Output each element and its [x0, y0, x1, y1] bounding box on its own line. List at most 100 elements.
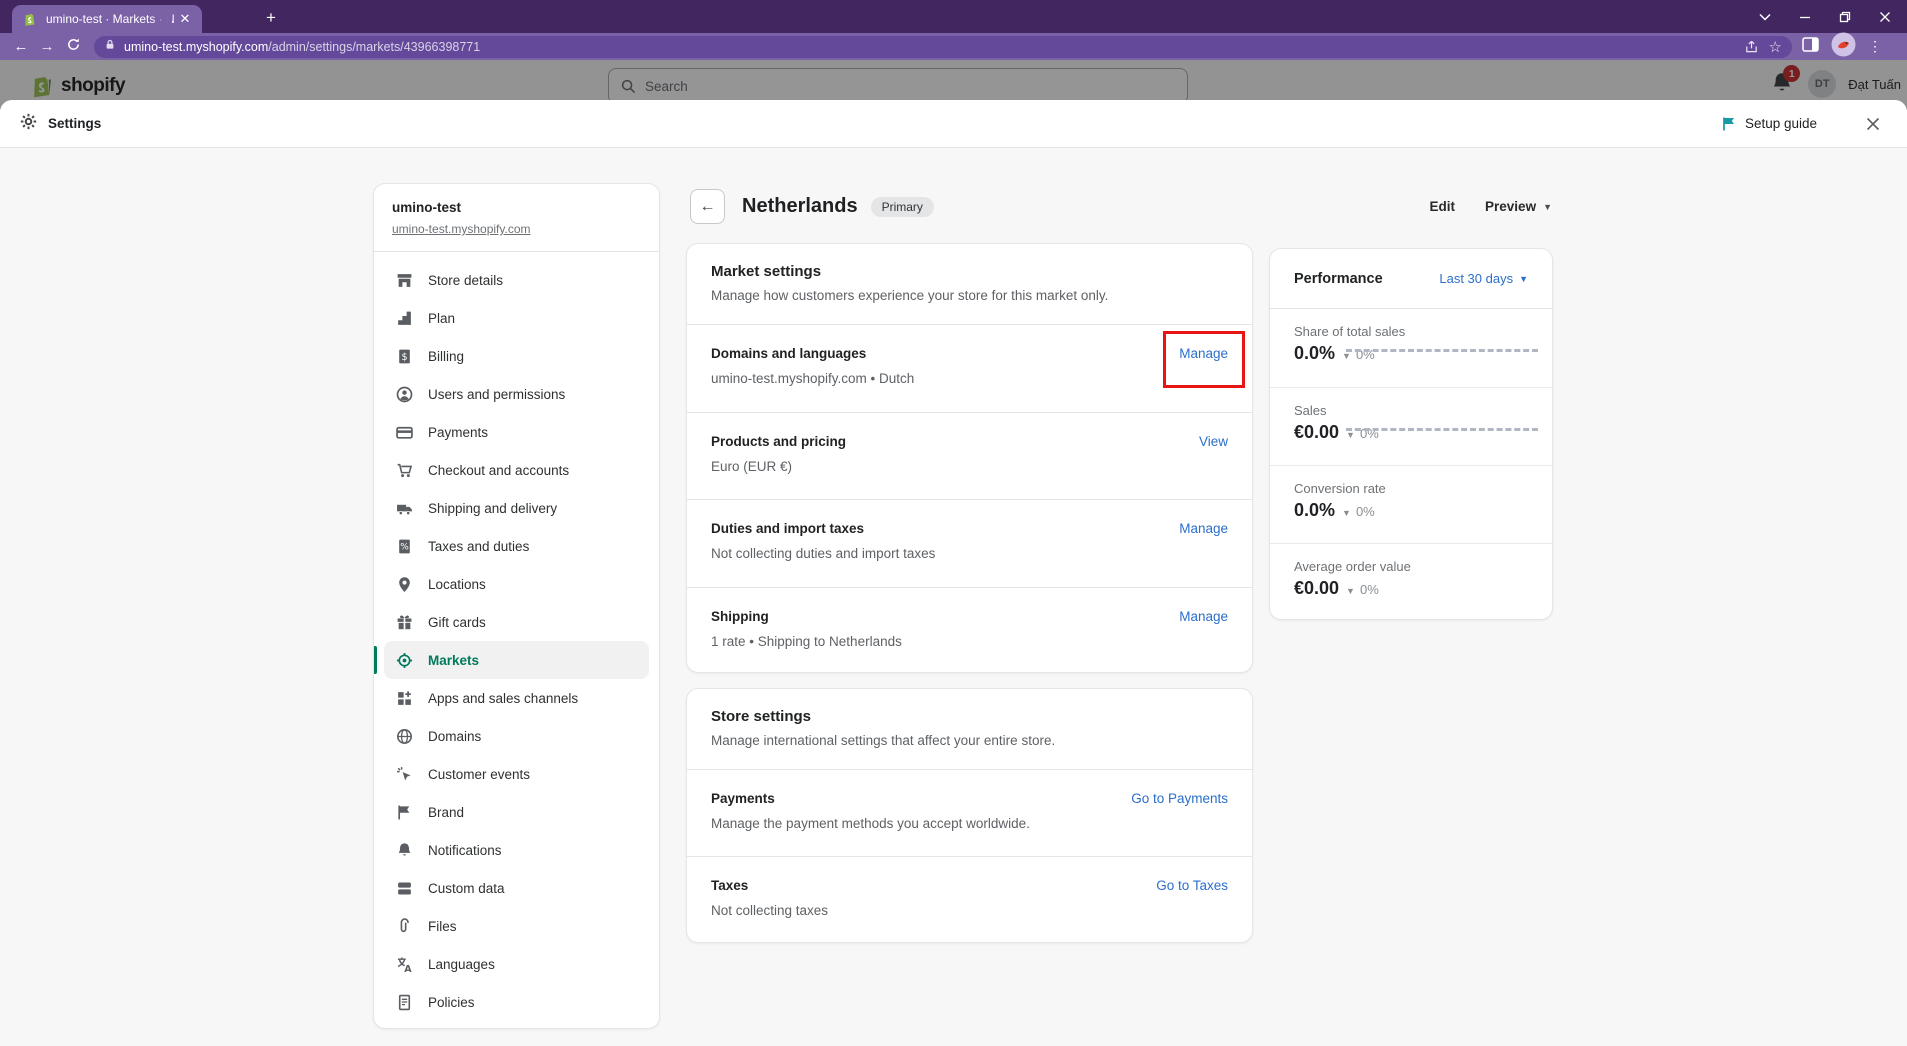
row-title: Taxes: [711, 878, 1228, 893]
settings-row-domains-and-languages: Domains and languagesumino-test.myshopif…: [687, 324, 1252, 412]
side-panel-icon[interactable]: [1802, 37, 1819, 57]
browser-toolbar: ← → umino-test.myshopify.com/admin/setti…: [0, 33, 1907, 60]
sidebar-item-shipping-and-delivery[interactable]: Shipping and delivery: [384, 489, 649, 527]
metric-share-of-total-sales: Share of total sales0.0%▼0%: [1270, 309, 1552, 387]
metric-value: €0.00: [1294, 578, 1339, 599]
sidebar-item-custom-data[interactable]: Custom data: [384, 869, 649, 907]
sidebar-item-store-details[interactable]: Store details: [384, 261, 649, 299]
manage-link[interactable]: Manage: [1179, 609, 1228, 624]
settings-row-payments: PaymentsManage the payment methods you a…: [687, 769, 1252, 856]
back-button[interactable]: ←: [690, 189, 725, 224]
apps-icon: [396, 690, 413, 707]
metric-value-row: 0.0%▼0%: [1294, 500, 1528, 521]
window-close-icon[interactable]: [1865, 0, 1905, 33]
settings-row-shipping: Shipping1 rate • Shipping to Netherlands…: [687, 587, 1252, 675]
browser-menu-dots-icon[interactable]: ⋮: [1868, 38, 1882, 55]
go-to-taxes-link[interactable]: Go to Taxes: [1156, 878, 1228, 893]
performance-header: Performance Last 30 days ▼: [1270, 249, 1552, 309]
sidebar-item-checkout-and-accounts[interactable]: Checkout and accounts: [384, 451, 649, 489]
metric-label: Sales: [1294, 403, 1528, 418]
caret-down-icon: ▼: [1346, 586, 1355, 596]
svg-text:A: A: [404, 963, 412, 972]
sidebar-item-plan[interactable]: Plan: [384, 299, 649, 337]
sidebar-item-label: Customer events: [428, 767, 530, 782]
primary-badge: Primary: [871, 197, 934, 217]
sidebar-item-policies[interactable]: Policies: [384, 983, 649, 1021]
sidebar-item-apps-and-sales-channels[interactable]: Apps and sales channels: [384, 679, 649, 717]
sidebar-store-header: umino-test umino-test.myshopify.com: [374, 184, 659, 252]
forward-nav-icon[interactable]: →: [34, 38, 60, 55]
sidebar-item-label: Files: [428, 919, 457, 934]
row-description: Euro (EUR €): [711, 459, 1228, 474]
tab-close-icon[interactable]: ✕: [176, 11, 194, 27]
url-path: /admin/settings/markets/43966398771: [268, 40, 480, 54]
market-settings-card: Market settings Manage how customers exp…: [686, 243, 1253, 673]
window-restore-icon[interactable]: [1825, 0, 1865, 33]
sidebar-item-customer-events[interactable]: Customer events: [384, 755, 649, 793]
tab-title-fade: [152, 5, 172, 33]
domains-icon: [396, 728, 413, 745]
new-tab-button[interactable]: +: [260, 7, 282, 29]
sidebar-item-taxes-and-duties[interactable]: %Taxes and duties: [384, 527, 649, 565]
notifications-icon: [396, 842, 413, 859]
url-bar[interactable]: umino-test.myshopify.com/admin/settings/…: [94, 36, 1792, 58]
performance-title: Performance: [1294, 271, 1383, 287]
gear-icon: [20, 113, 37, 135]
sidebar-item-billing[interactable]: $ Billing: [384, 337, 649, 375]
reload-icon[interactable]: [60, 37, 86, 56]
sidebar-item-gift-cards[interactable]: Gift cards: [384, 603, 649, 641]
sidebar-item-label: Languages: [428, 957, 495, 972]
store-settings-rows: PaymentsManage the payment methods you a…: [687, 769, 1252, 943]
sidebar-item-payments[interactable]: Payments: [384, 413, 649, 451]
manage-link[interactable]: Manage: [1179, 346, 1228, 361]
manage-link[interactable]: Manage: [1179, 521, 1228, 536]
files-icon: [396, 918, 413, 935]
store-domain-link[interactable]: umino-test.myshopify.com: [392, 222, 531, 236]
store-name: umino-test: [392, 200, 641, 215]
modal-close-icon[interactable]: [1865, 116, 1881, 132]
row-title: Products and pricing: [711, 434, 1228, 449]
chevron-down-icon: ▼: [1543, 202, 1552, 212]
sidebar-item-users-and-permissions[interactable]: Users and permissions: [384, 375, 649, 413]
sidebar-item-brand[interactable]: Brand: [384, 793, 649, 831]
settings-row-products-and-pricing: Products and pricing Euro (EUR €) View: [687, 412, 1252, 500]
bookmark-star-icon[interactable]: ☆: [1769, 38, 1782, 56]
metric-label: Conversion rate: [1294, 481, 1528, 496]
metric-conversion-rate: Conversion rate 0.0%▼0%: [1270, 465, 1552, 543]
url-text: umino-test.myshopify.com/admin/settings/…: [124, 40, 1734, 54]
row-description: 1 rate • Shipping to Netherlands: [711, 634, 1228, 649]
share-icon[interactable]: [1744, 39, 1759, 54]
sidebar-item-locations[interactable]: Locations: [384, 565, 649, 603]
sidebar-item-label: Billing: [428, 349, 464, 364]
flat-sparkline: [1346, 428, 1538, 431]
metric-delta: 0%: [1356, 504, 1375, 519]
metric-average-order-value: Average order value€0.00▼0%: [1270, 543, 1552, 621]
caret-down-icon: ▼: [1342, 351, 1351, 361]
performance-range-selector[interactable]: Last 30 days ▼: [1439, 271, 1528, 286]
browser-avatar[interactable]: [1831, 32, 1856, 62]
edit-button[interactable]: Edit: [1430, 199, 1456, 214]
modal-header-right: Setup guide: [1721, 116, 1887, 132]
setup-guide-button[interactable]: Setup guide: [1721, 116, 1817, 132]
go-to-payments-link[interactable]: Go to Payments: [1131, 791, 1228, 806]
payments-icon: [396, 424, 413, 441]
billing-icon: $: [396, 348, 413, 365]
sidebar-item-label: Checkout and accounts: [428, 463, 569, 478]
back-nav-icon[interactable]: ←: [8, 38, 34, 55]
tab-search-chevron-icon[interactable]: [1745, 0, 1785, 33]
settings-sidebar: umino-test umino-test.myshopify.com Stor…: [373, 183, 660, 1029]
sidebar-item-markets[interactable]: Markets: [384, 641, 649, 679]
row-title: Duties and import taxes: [711, 521, 1228, 536]
window-controls: [1745, 0, 1905, 33]
window-minimize-icon[interactable]: [1785, 0, 1825, 33]
sidebar-item-notifications[interactable]: Notifications: [384, 831, 649, 869]
svg-text:%: %: [400, 542, 409, 552]
lock-icon: [104, 38, 116, 56]
sidebar-item-languages[interactable]: A Languages: [384, 945, 649, 983]
custom-data-icon: [396, 880, 413, 897]
sidebar-item-domains[interactable]: Domains: [384, 717, 649, 755]
sidebar-item-files[interactable]: Files: [384, 907, 649, 945]
browser-tab[interactable]: umino-test · Markets · Netherlands ✕: [12, 5, 202, 33]
preview-button[interactable]: Preview ▼: [1485, 199, 1552, 214]
view-link[interactable]: View: [1199, 434, 1228, 449]
